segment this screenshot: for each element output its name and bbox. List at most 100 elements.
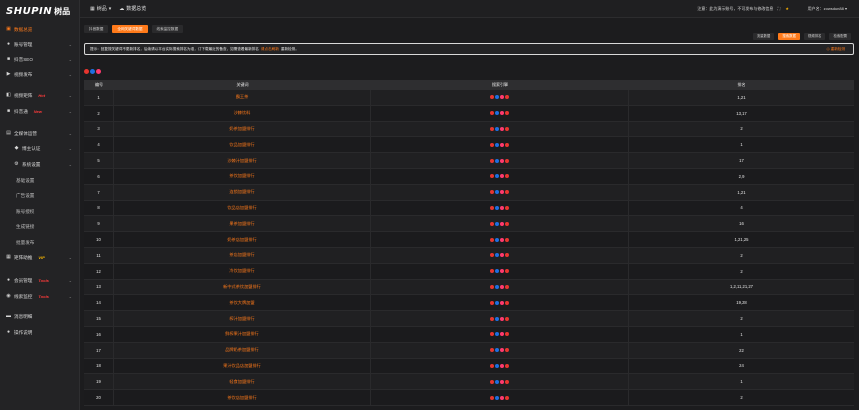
sidebar-item-15[interactable]: ● 会员管理 Tools ⌄ xyxy=(0,275,80,286)
engine-icons xyxy=(490,284,509,289)
sidebar-item-9[interactable]: 基础设置 xyxy=(0,175,80,186)
tab-keyword-data[interactable]: 全网关键词数据 xyxy=(112,25,148,33)
user-name: 用户名：zowsdun88 xyxy=(807,6,844,11)
row-keyword[interactable]: 茶饮店加盟排行 xyxy=(114,390,371,405)
toutiao-icon xyxy=(500,126,504,131)
douyin-icon xyxy=(495,126,499,131)
row-keyword[interactable]: 榨汁加盟排行 xyxy=(114,311,371,326)
sogou-icon xyxy=(505,237,509,242)
top-bar: ▦ 树品 ▾ ☁ 数据总览 注意：此为演示账号，不可发布与修改信息 ⛶ ★ 用户… xyxy=(80,0,859,18)
row-keyword[interactable]: 轻食加盟排行 xyxy=(114,374,371,390)
row-engines xyxy=(371,137,629,153)
row-rank: 1,21,25 xyxy=(734,237,749,243)
row-engines xyxy=(371,90,629,105)
sidebar-item-label: 批量发布 xyxy=(16,239,35,245)
row-keyword[interactable]: 沙棘汁加盟排行 xyxy=(114,153,371,168)
sidebar-item-13[interactable]: 批量发布 xyxy=(0,237,80,248)
row-keyword[interactable]: 茶饮大牌加盟 xyxy=(114,295,371,311)
sidebar-item-4[interactable]: ◧ 视频矩阵 Hot ⌄ xyxy=(0,90,80,101)
row-number: 11 xyxy=(84,247,114,263)
breadcrumb-item: 树品 xyxy=(96,6,107,12)
demo-notice: 注意：此为演示账号，不可发布与修改信息 ⛶ ★ xyxy=(697,6,789,12)
sidebar-item-14[interactable]: ▦ 矩阵助推 VIP ⌄ xyxy=(0,252,80,263)
row-keyword[interactable]: 品牌奶茶加盟排行 xyxy=(114,342,371,358)
table-row: 11 茶店加盟排行 2 xyxy=(84,247,854,264)
sidebar-item-7[interactable]: ◆ 博主认证 ⌄ xyxy=(0,143,80,154)
row-number: 12 xyxy=(84,263,114,279)
sidebar-item-16[interactable]: ◉ 线索监控 Tools ⌄ xyxy=(0,291,80,302)
user-menu[interactable]: 用户名：zowsdun88 ▾ xyxy=(808,6,847,12)
tab-search-config[interactable]: 检索配置 xyxy=(829,33,851,40)
row-keyword[interactable]: 连锁加盟排行 xyxy=(114,184,371,200)
sogou-icon xyxy=(505,142,509,147)
seo-icon: ■ xyxy=(6,56,11,62)
sidebar-item-6[interactable]: ▤ 全媒体运营 ⌄ xyxy=(0,128,80,139)
sidebar-item-1[interactable]: ● 账号管理 ⌄ xyxy=(0,39,80,50)
breadcrumb-home[interactable]: ▦ 树品 ▾ xyxy=(90,5,111,13)
toutiao-icon xyxy=(500,253,504,258)
tab-traffic[interactable]: 流量数据 xyxy=(752,33,775,40)
recheck-button[interactable]: ◎ 重新检测 xyxy=(826,47,845,52)
baidu-icon xyxy=(490,221,494,226)
tab-douyin-data[interactable]: 抖音数据 xyxy=(84,25,109,33)
sidebar-item-10[interactable]: 广告设置 xyxy=(0,190,80,201)
row-keyword[interactable]: 冷饮加盟排行 xyxy=(114,263,371,279)
row-keyword[interactable]: 茶店加盟排行 xyxy=(114,247,371,263)
table-row: 16 鲜榨果汁加盟排行 1 xyxy=(84,326,854,343)
engine-icons xyxy=(490,111,509,116)
baidu-icon xyxy=(490,253,494,258)
sidebar-badge: New xyxy=(33,109,43,114)
row-engines xyxy=(371,121,629,137)
breadcrumb-current[interactable]: ☁ 数据总览 xyxy=(119,5,146,13)
brand-logo[interactable]: SHUPIN 树品 xyxy=(0,0,79,22)
toutiao-icon xyxy=(500,269,504,274)
row-keyword[interactable]: 茶饮加盟排行 xyxy=(114,168,371,184)
engine-icons xyxy=(490,174,509,179)
chevron-down-icon: ⌄ xyxy=(68,255,72,260)
tab-video-rank[interactable]: 视频排名 xyxy=(803,33,826,40)
row-rank: 1,21 xyxy=(737,189,746,195)
row-keyword[interactable]: 果茶加盟排行 xyxy=(114,216,371,232)
row-keyword[interactable]: 沙棘饮料 xyxy=(114,105,371,121)
table-row: 12 冷饮加盟排行 2 xyxy=(84,263,854,280)
tab-search[interactable]: 搜索数据 xyxy=(778,33,800,40)
table-row: 20 茶饮店加盟排行 2 xyxy=(84,390,854,406)
sidebar-item-8[interactable]: ⚙ 系统设置 ⌄ xyxy=(0,159,80,170)
row-keyword[interactable]: 新中式茶饮加盟排行 xyxy=(114,279,371,295)
row-keyword[interactable]: 奶茶加盟排行 xyxy=(114,121,371,137)
row-rank: 2 xyxy=(740,316,743,322)
baidu-icon xyxy=(490,379,494,384)
chevron-down-icon: ⌄ xyxy=(68,93,72,98)
row-keyword[interactable]: 霸王茶 xyxy=(114,90,371,105)
sidebar-item-11[interactable]: 账号授权 xyxy=(0,206,80,217)
sidebar-item-12[interactable]: 生成链接 xyxy=(0,221,80,232)
chevron-down-icon: ⌄ xyxy=(68,278,72,283)
row-keyword[interactable]: 奶茶店加盟排行 xyxy=(114,232,371,247)
sidebar-item-label: 生成链接 xyxy=(16,223,35,229)
row-keyword[interactable]: 鲜榨果汁加盟排行 xyxy=(114,326,371,342)
sogou-icon xyxy=(505,205,509,210)
user-icon: ● xyxy=(6,41,11,47)
alert-text: 提示：回复搜关键词不更新排名，后续请以平台实际搜索排名为准，订下载最近的备查，如… xyxy=(90,46,259,51)
sidebar-item-5[interactable]: ■ 抖音通 New ⌄ xyxy=(0,106,80,117)
row-rank: 22 xyxy=(739,347,744,353)
refresh-link[interactable]: 请点击刷新 xyxy=(261,47,279,52)
douyin-icon xyxy=(495,158,499,163)
row-keyword[interactable]: 饮品加盟排行 xyxy=(114,137,371,153)
tab-lead-data[interactable]: 线索监控数据 xyxy=(151,25,184,33)
sidebar-item-2[interactable]: ■ 抖音SEO ⌄ xyxy=(0,54,80,65)
sogou-icon xyxy=(505,379,509,384)
sidebar-item-0[interactable]: ▣ 数据总览 xyxy=(0,24,80,35)
row-number: 6 xyxy=(84,168,114,184)
row-engines xyxy=(371,295,629,311)
baidu-icon xyxy=(490,332,494,337)
sidebar-item-3[interactable]: ▶ 视频发布 ⌄ xyxy=(0,69,80,80)
row-keyword[interactable]: 饮品店加盟排行 xyxy=(114,200,371,216)
sidebar-item-17[interactable]: ▬ 消息明细 xyxy=(0,311,80,322)
chevron-down-icon: ⌄ xyxy=(68,294,72,299)
row-keyword[interactable]: 果汁饮品店加盟排行 xyxy=(114,358,371,374)
toutiao-icon xyxy=(500,300,504,305)
baidu-icon xyxy=(490,363,494,368)
fullscreen-icon[interactable]: ⛶ xyxy=(777,6,780,11)
sidebar-item-18[interactable]: ● 操作说明 xyxy=(0,327,80,338)
